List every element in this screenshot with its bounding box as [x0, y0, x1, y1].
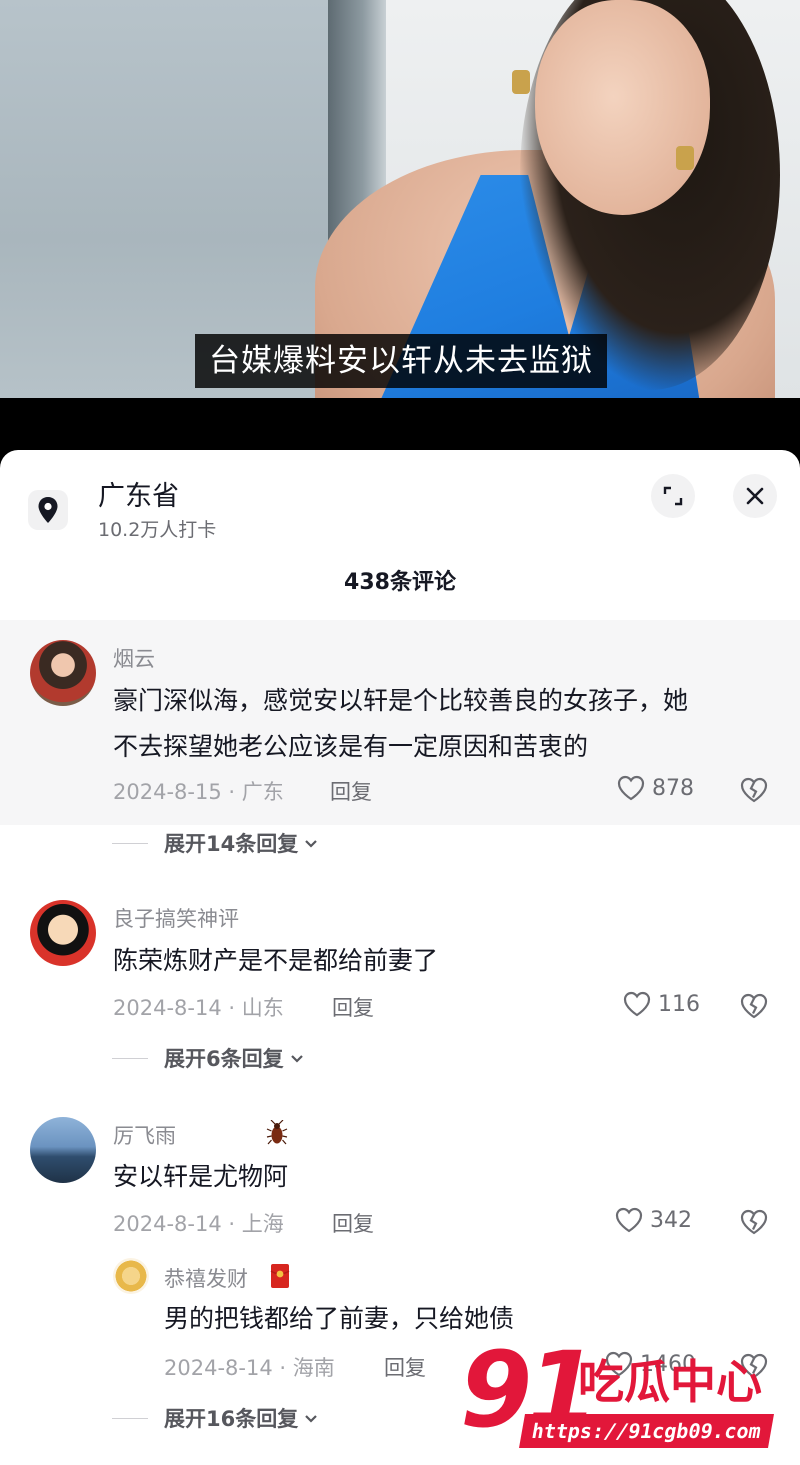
like-count: 878 [652, 775, 694, 801]
expand-replies-label: 展开14条回复 [164, 832, 299, 856]
chevron-down-icon [290, 1055, 303, 1063]
broken-heart-icon[interactable] [738, 774, 770, 804]
avatar[interactable] [30, 900, 96, 966]
like-button[interactable]: 878 [616, 774, 694, 802]
like-count: 116 [658, 991, 700, 1017]
reply-avatar[interactable] [113, 1258, 149, 1294]
broken-heart-icon[interactable] [738, 990, 770, 1020]
expand-replies-button[interactable]: 展开16条回复 [112, 1403, 320, 1433]
divider [112, 1417, 148, 1419]
video-subtitle: 台媒爆料安以轩从未去监狱 [195, 334, 607, 388]
comment-username[interactable]: 良子搞笑神评 [113, 903, 239, 933]
comment-count: 438条评论 [344, 570, 456, 595]
cockroach-icon [266, 1120, 288, 1145]
reply-button[interactable]: 回复 [332, 1208, 374, 1238]
location-pin-icon[interactable] [28, 490, 68, 530]
avatar[interactable] [30, 1117, 96, 1183]
comment-text-line2: 不去探望她老公应该是有一定原因和苦衷的 [113, 732, 589, 761]
broken-heart-icon[interactable] [738, 1206, 770, 1236]
comment-date-location: 2024-8-15 · 广东 [113, 780, 284, 804]
expand-replies-button[interactable]: 展开6条回复 [112, 1043, 306, 1073]
chevron-down-icon [305, 840, 318, 848]
chevron-down-icon [305, 1415, 318, 1423]
heart-icon [623, 991, 651, 1017]
watermark-name: 吃瓜中心 [578, 1355, 762, 1409]
reply-username[interactable]: 恭禧发财 [164, 1263, 248, 1293]
reply-date-location: 2024-8-14 · 海南 [164, 1356, 335, 1380]
reply-button[interactable]: 回复 [384, 1352, 426, 1382]
heart-icon [615, 1207, 643, 1233]
comment-username[interactable]: 烟云 [113, 643, 155, 673]
red-envelope-icon [270, 1264, 290, 1288]
video-earring-left [512, 70, 530, 94]
comment-date-location: 2024-8-14 · 上海 [113, 1212, 284, 1236]
video-earring-right [676, 146, 694, 170]
close-icon[interactable] [733, 474, 777, 518]
avatar[interactable] [30, 640, 96, 706]
video-player[interactable]: 台媒爆料安以轩从未去监狱 [0, 0, 800, 398]
video-bottom-band [0, 398, 800, 458]
comment-username[interactable]: 厉飞雨 [113, 1120, 176, 1150]
watermark-logo: 91 吃瓜中心 https://91cgb09.com [460, 1338, 790, 1458]
expand-replies-button[interactable]: 展开14条回复 [112, 828, 320, 858]
location-checkins: 10.2万人打卡 [98, 519, 217, 541]
expand-replies-label: 展开16条回复 [164, 1407, 299, 1431]
like-button[interactable]: 116 [622, 990, 700, 1018]
reply-button[interactable]: 回复 [332, 992, 374, 1022]
location-title[interactable]: 广东省 [98, 474, 179, 513]
heart-icon [617, 775, 645, 801]
comment-date-location: 2024-8-14 · 山东 [113, 996, 284, 1020]
divider [112, 1057, 148, 1059]
divider [112, 842, 148, 844]
like-button[interactable]: 342 [614, 1206, 692, 1234]
watermark-url: https://91cgb09.com [519, 1414, 774, 1448]
expand-replies-label: 展开6条回复 [164, 1047, 284, 1071]
comment-text: 陈荣炼财产是不是都给前妻了 [113, 946, 439, 975]
like-count: 342 [650, 1207, 692, 1233]
comment-text: 安以轩是尤物阿 [113, 1162, 289, 1191]
comment-text: 豪门深似海，感觉安以轩是个比较善良的女孩子，她 [113, 686, 689, 715]
reply-button[interactable]: 回复 [330, 776, 372, 806]
video-person-face [535, 0, 710, 215]
expand-icon[interactable] [651, 474, 695, 518]
